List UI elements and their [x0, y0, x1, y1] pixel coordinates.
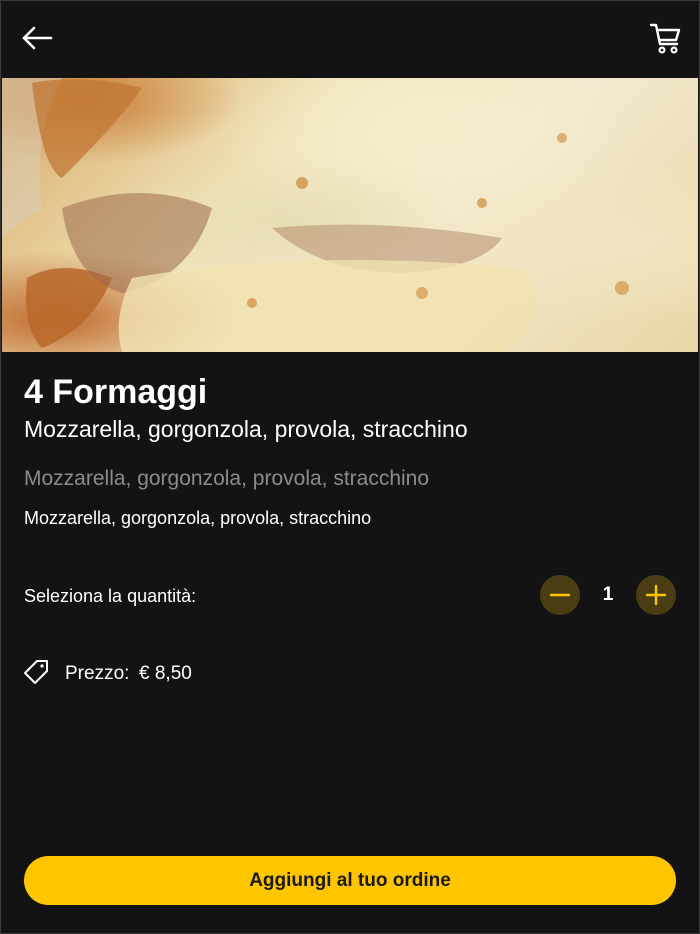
product-title: 4 Formaggi [24, 373, 208, 411]
price-value: € 8,50 [139, 663, 192, 684]
minus-icon [549, 593, 571, 597]
cart-button[interactable] [648, 20, 684, 56]
product-description: Mozzarella, gorgonzola, provola, stracch… [24, 508, 372, 528]
quantity-label: Seleziona la quantità: [24, 586, 197, 606]
pizza-illustration [2, 78, 629, 352]
increase-quantity-button[interactable] [636, 575, 676, 615]
back-button[interactable] [20, 22, 56, 54]
quantity-value: 1 [602, 584, 614, 605]
decrease-quantity-button[interactable] [540, 575, 580, 615]
price-tag-icon [24, 660, 48, 684]
plus-icon [645, 584, 667, 606]
price-label: Prezzo: [65, 663, 130, 684]
product-subtitle: Mozzarella, gorgonzola, provola, stracch… [24, 416, 468, 442]
product-image [2, 78, 698, 352]
top-bar [0, 0, 700, 78]
add-to-order-button[interactable]: Aggiungi al tuo ordine [24, 856, 676, 905]
product-description-muted: Mozzarella, gorgonzola, provola, stracch… [24, 467, 430, 490]
shopping-cart-icon [649, 23, 681, 54]
arrow-left-icon [22, 26, 53, 50]
